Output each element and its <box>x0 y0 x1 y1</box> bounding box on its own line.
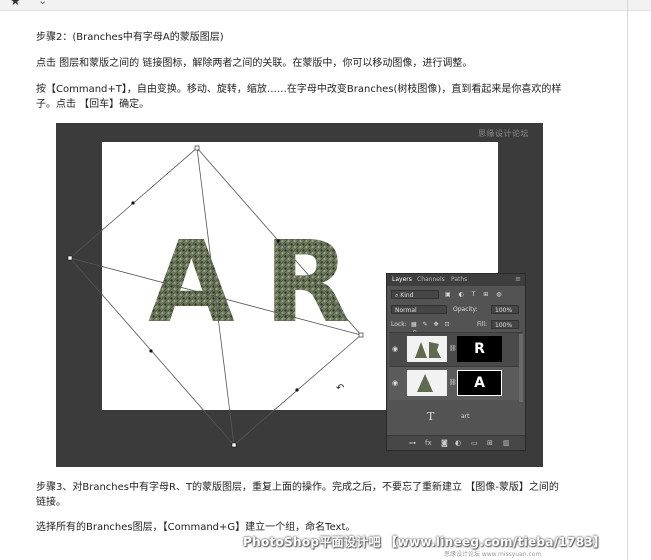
fx-icon[interactable]: fx <box>425 439 432 447</box>
text-layer-icon: T <box>427 410 435 423</box>
text-layer-name: art <box>461 413 470 420</box>
filter-icons[interactable]: ▣ ◐ T ⊞ ◍ <box>445 290 521 299</box>
panel-tabs: Layers Channels Paths ≡ <box>387 274 525 286</box>
layers-panel: Layers Channels Paths ≡ ⌕ Kind ▣ ◐ T ⊞ ◍… <box>386 273 526 451</box>
link-icon[interactable]: ⛓ <box>449 379 457 386</box>
layer-mask-thumbnail[interactable]: A <box>457 370 502 396</box>
folder-icon[interactable]: ▭ <box>471 439 478 447</box>
photoshop-screenshot: 思缘设计论坛 A R ↶ Layers Channels Paths ≡ ⌕ K… <box>56 123 543 467</box>
letter-a-artwork: A <box>148 218 235 348</box>
layer-row-a[interactable]: ◉ ⛓ A <box>389 366 522 400</box>
link-icon[interactable]: ⊶ <box>409 439 416 447</box>
lock-icons[interactable]: ▦ ✎ ✥ ⊡ 🔒 <box>411 320 461 337</box>
chevron-down-icon[interactable]: ⌄ <box>38 0 47 7</box>
panel-footer: ⊶ fx ◙ ◐ ▭ ⊞ ▥ <box>387 435 525 450</box>
mask-icon[interactable]: ◙ <box>441 439 448 447</box>
lock-label: Lock: <box>391 321 407 328</box>
panel-scrollbar[interactable] <box>519 334 523 402</box>
fill-label: Fill: <box>477 321 488 328</box>
tab-channels[interactable]: Channels <box>417 276 445 283</box>
layer-thumbnail <box>407 336 447 362</box>
tab-paths[interactable]: Paths <box>451 276 467 283</box>
tab-layers[interactable]: Layers <box>392 276 412 283</box>
link-icon[interactable]: ⛓ <box>449 345 457 352</box>
layer-row-text[interactable]: T art <box>389 407 522 429</box>
eye-icon[interactable]: ◉ <box>392 345 398 353</box>
new-layer-icon[interactable]: ⊞ <box>487 439 493 447</box>
eye-icon[interactable]: ◉ <box>392 379 398 387</box>
panel-menu-icon[interactable]: ≡ <box>515 275 521 283</box>
opacity-label: Opacity: <box>453 306 478 313</box>
blend-mode-select[interactable]: Normal <box>391 305 447 314</box>
opacity-field[interactable]: 100% <box>491 305 519 314</box>
browser-top-strip: ★ ⌄ <box>0 0 651 11</box>
fill-field[interactable]: 100% <box>491 320 519 329</box>
layer-row-r[interactable]: ◉ ⛓ R <box>389 332 522 366</box>
footer-signature: 思缘设计论坛 www.missyuan.com <box>444 551 542 558</box>
footer-banner: PhotoShop平面设计吧 【www.lineeg.com/tieba/178… <box>243 535 606 549</box>
trash-icon[interactable]: ▥ <box>503 439 510 447</box>
step2-title: 步骤2：(Branches中有字母A的蒙版图层) <box>36 32 224 43</box>
step2-paragraph-1: 点击 图层和蒙版之间的 链接图标，解除两者之间的关联。在蒙版中，你可以移动图像，… <box>36 58 473 69</box>
layer-thumbnail <box>407 370 447 396</box>
page-divider <box>627 0 628 560</box>
layer-mask-thumbnail[interactable]: R <box>457 336 502 362</box>
step3-paragraph-1: 步骤3、对Branches中有字母R、T的蒙版图层，重复上面的操作。完成之后，不… <box>36 482 559 508</box>
star-icon[interactable]: ★ <box>10 0 21 7</box>
adjustment-icon[interactable]: ◐ <box>455 439 461 447</box>
rotate-cursor-icon: ↶ <box>336 383 344 394</box>
filter-kind-label: Kind <box>400 292 414 299</box>
filter-kind-select[interactable]: ⌕ Kind <box>391 290 439 299</box>
step2-paragraph-2: 按【Command+T】，自由变换。移动、旋转，缩放……在字母中改变Branch… <box>36 84 562 110</box>
